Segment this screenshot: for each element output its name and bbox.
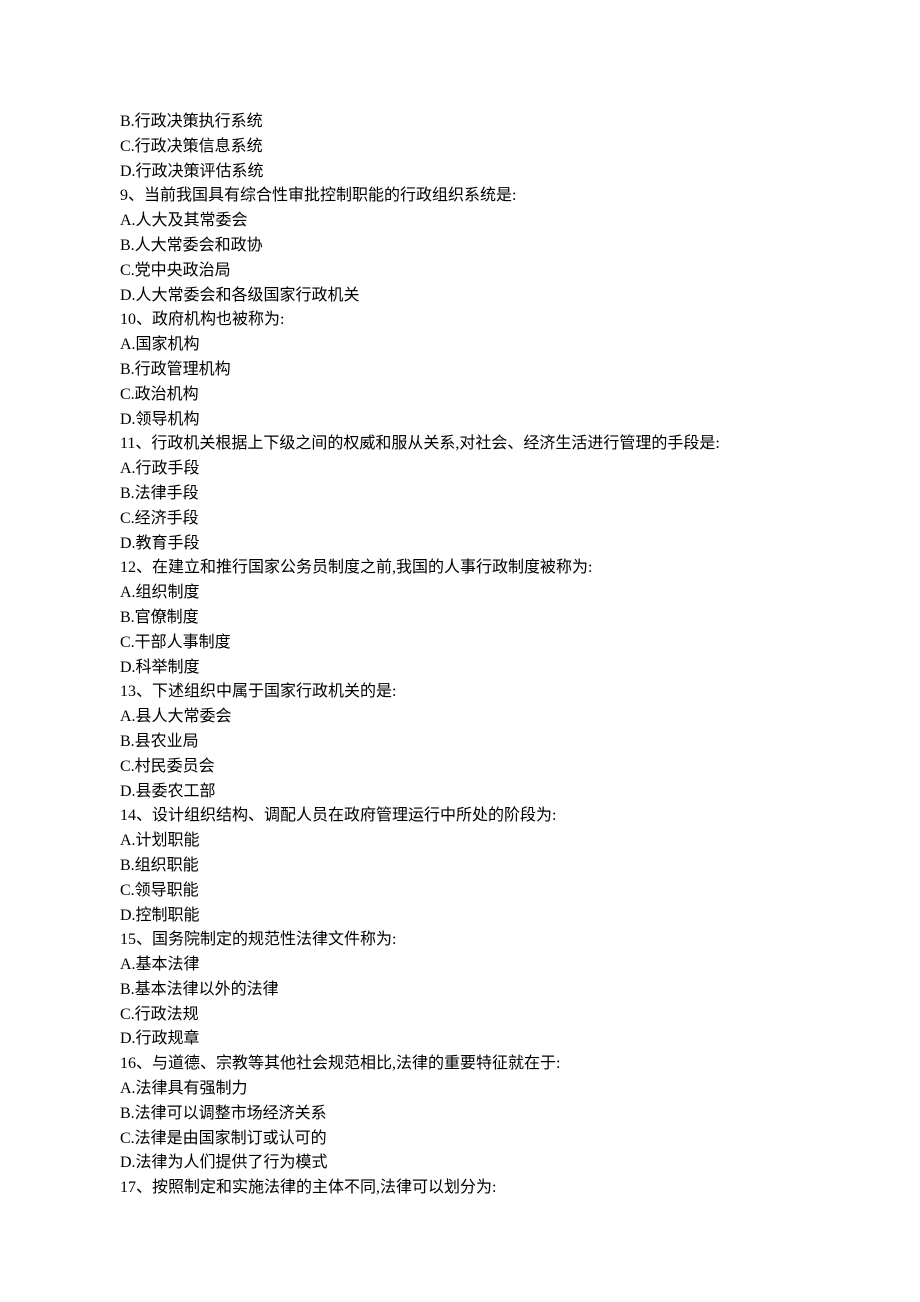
option-line: B.行政管理机构	[120, 358, 820, 383]
question-line: 11、行政机关根据上下级之间的权威和服从关系,对社会、经济生活进行管理的手段是:	[120, 432, 820, 457]
option-line: B.官僚制度	[120, 606, 820, 631]
question-line: 17、按照制定和实施法律的主体不同,法律可以划分为:	[120, 1176, 820, 1201]
option-line: C.政治机构	[120, 383, 820, 408]
option-line: D.科举制度	[120, 656, 820, 681]
option-line: A.县人大常委会	[120, 705, 820, 730]
option-line: D.行政决策评估系统	[120, 160, 820, 185]
option-line: D.教育手段	[120, 532, 820, 557]
option-line: C.行政决策信息系统	[120, 135, 820, 160]
option-line: B.基本法律以外的法律	[120, 978, 820, 1003]
option-line: B.县农业局	[120, 730, 820, 755]
option-line: A.法律具有强制力	[120, 1077, 820, 1102]
option-line: B.人大常委会和政协	[120, 234, 820, 259]
question-line: 10、政府机构也被称为:	[120, 308, 820, 333]
option-line: A.组织制度	[120, 581, 820, 606]
option-line: A.基本法律	[120, 953, 820, 978]
option-line: D.人大常委会和各级国家行政机关	[120, 284, 820, 309]
option-line: D.行政规章	[120, 1027, 820, 1052]
option-line: C.行政法规	[120, 1003, 820, 1028]
option-line: C.干部人事制度	[120, 631, 820, 656]
option-line: C.经济手段	[120, 507, 820, 532]
option-line: B.法律手段	[120, 482, 820, 507]
option-line: D.县委农工部	[120, 780, 820, 805]
option-line: B.法律可以调整市场经济关系	[120, 1102, 820, 1127]
document-page: B.行政决策执行系统 C.行政决策信息系统 D.行政决策评估系统 9、当前我国具…	[0, 0, 820, 1201]
option-line: B.组织职能	[120, 854, 820, 879]
option-line: A.计划职能	[120, 829, 820, 854]
option-line: D.法律为人们提供了行为模式	[120, 1151, 820, 1176]
option-line: A.行政手段	[120, 457, 820, 482]
question-line: 9、当前我国具有综合性审批控制职能的行政组织系统是:	[120, 184, 820, 209]
option-line: A.国家机构	[120, 333, 820, 358]
option-line: D.控制职能	[120, 904, 820, 929]
option-line: C.法律是由国家制订或认可的	[120, 1127, 820, 1152]
question-line: 14、设计组织结构、调配人员在政府管理运行中所处的阶段为:	[120, 804, 820, 829]
option-line: C.党中央政治局	[120, 259, 820, 284]
question-line: 13、下述组织中属于国家行政机关的是:	[120, 680, 820, 705]
option-line: A.人大及其常委会	[120, 209, 820, 234]
question-line: 12、在建立和推行国家公务员制度之前,我国的人事行政制度被称为:	[120, 556, 820, 581]
option-line: C.村民委员会	[120, 755, 820, 780]
question-line: 15、国务院制定的规范性法律文件称为:	[120, 928, 820, 953]
option-line: C.领导职能	[120, 879, 820, 904]
option-line: B.行政决策执行系统	[120, 110, 820, 135]
option-line: D.领导机构	[120, 408, 820, 433]
question-line: 16、与道德、宗教等其他社会规范相比,法律的重要特征就在于:	[120, 1052, 820, 1077]
